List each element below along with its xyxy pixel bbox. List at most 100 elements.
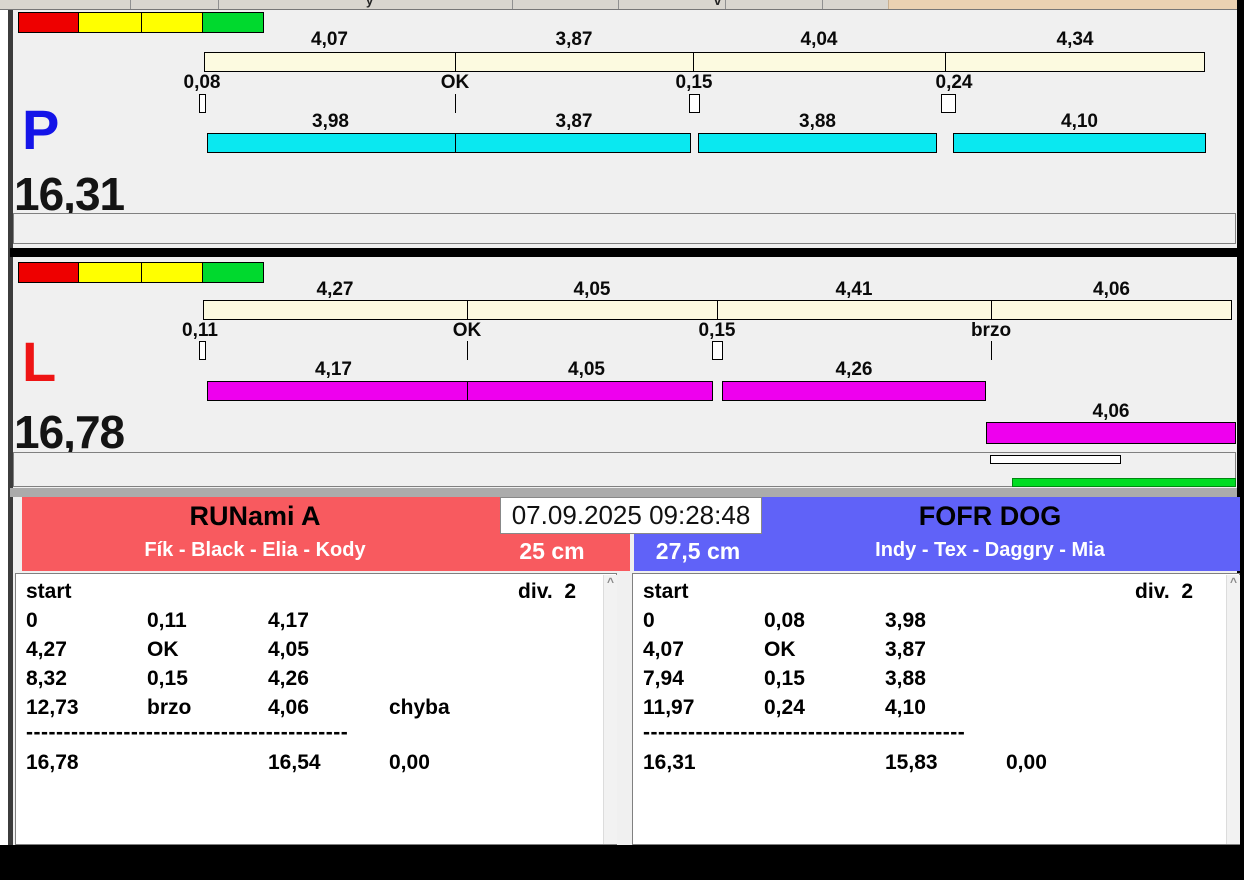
cell-cumulative: 0 <box>26 609 38 632</box>
p-split-bar-divider <box>945 53 946 71</box>
l-split-time: 4,27 <box>316 279 354 300</box>
l-total-time: 16,78 <box>14 406 125 458</box>
toolbar-tan-panel <box>888 0 1237 9</box>
cell-crossing: brzo <box>147 696 192 719</box>
p-dog-bar-divider <box>455 134 456 152</box>
cell-crossing: 0,15 <box>764 667 805 690</box>
total-time: 16,78 <box>26 751 79 774</box>
p-gap-indicator <box>455 94 456 113</box>
table-scrollbar[interactable]: ^ <box>603 575 617 844</box>
l-split-bar <box>203 300 1232 320</box>
division-label: div. 2 <box>1135 580 1193 603</box>
l-dog-time: 4,06 <box>1092 401 1130 422</box>
p-split-bar-divider <box>693 53 694 71</box>
p-crossing-mark: 0,08 <box>183 72 221 93</box>
p-gap-indicator <box>689 94 700 113</box>
toolbar-divider <box>822 0 823 9</box>
l-gap-indicator <box>467 341 468 360</box>
table-scrollbar[interactable]: ^ <box>1226 575 1240 844</box>
team-right-results-table[interactable]: start div. 2 0 0,08 3,98 4,07 OK 3,87 7,… <box>632 573 1240 845</box>
p-dog-bar <box>207 133 691 153</box>
p-crossing-mark: 0,15 <box>675 72 713 93</box>
start-label: start <box>643 580 689 603</box>
cell-crossing: 0,08 <box>764 609 805 632</box>
team-right-jump-height: 27,5 cm <box>655 538 741 564</box>
cell-dog-time: 4,17 <box>268 609 309 632</box>
l-crossing-mark: OK <box>452 320 482 341</box>
clean-time: 16,54 <box>268 751 321 774</box>
cell-cumulative: 8,32 <box>26 667 67 690</box>
p-crossing-mark: 0,24 <box>935 72 973 93</box>
cell-crossing: OK <box>147 638 179 661</box>
results-separator-strip <box>10 488 1237 497</box>
l-crossing-mark: brzo <box>970 320 1012 341</box>
cell-dog-time: 4,05 <box>268 638 309 661</box>
scroll-up-icon[interactable]: ^ <box>604 575 617 589</box>
p-traffic-light-red <box>18 12 79 33</box>
scroll-up-icon[interactable]: ^ <box>1227 575 1240 589</box>
l-split-bar-divider <box>467 301 468 319</box>
cell-cumulative: 4,27 <box>26 638 67 661</box>
division-label: div. 2 <box>518 580 576 603</box>
l-split-time: 4,05 <box>573 279 611 300</box>
cell-cumulative: 7,94 <box>643 667 684 690</box>
lane-divider <box>10 248 1237 257</box>
cell-cumulative: 4,07 <box>643 638 684 661</box>
team-right-name: FOFR DOG <box>918 501 1062 531</box>
cell-dog-time: 3,98 <box>885 609 926 632</box>
l-gap-indicator <box>199 341 206 360</box>
toolbar-divider <box>725 0 726 9</box>
p-split-time: 4,04 <box>800 29 838 50</box>
toolbar-divider <box>512 0 513 9</box>
cell-crossing: 0,24 <box>764 696 805 719</box>
window-bottom-band <box>0 845 1244 880</box>
start-label: start <box>26 580 72 603</box>
timing-app-window: y v 4,07 3,87 4,04 4,34 0,08 OK 0,15 0,2… <box>0 0 1244 880</box>
l-dog-bar <box>722 381 986 401</box>
l-finish-marker-box <box>990 455 1121 464</box>
toolbar-divider <box>130 0 131 9</box>
p-gap-indicator <box>199 94 206 113</box>
cell-dog-time: 4,26 <box>268 667 309 690</box>
top-toolbar[interactable]: y v <box>0 0 1244 10</box>
p-dog-time: 3,87 <box>555 111 593 132</box>
l-split-bar-divider <box>991 301 992 319</box>
p-traffic-light-yellow2 <box>141 12 203 33</box>
p-dog-bar <box>953 133 1206 153</box>
p-dog-bar <box>698 133 937 153</box>
cropped-toolbar-text: y <box>366 0 374 8</box>
cell-crossing: 0,11 <box>147 609 187 632</box>
l-gap-indicator <box>991 341 992 360</box>
l-dog-time: 4,26 <box>835 359 873 380</box>
cell-cumulative: 12,73 <box>26 696 79 719</box>
team-left-dogs: Fík - Black - Elia - Kody <box>144 539 366 561</box>
clean-time: 15,83 <box>885 751 938 774</box>
cell-dog-time: 4,10 <box>885 696 926 719</box>
l-traffic-light-yellow2 <box>141 262 203 283</box>
l-progress-bar-green <box>1012 478 1236 487</box>
l-split-time: 4,06 <box>1093 279 1130 300</box>
p-split-time: 4,34 <box>1056 29 1094 50</box>
toolbar-divider <box>618 0 619 9</box>
p-split-bar-divider <box>455 53 456 71</box>
l-gap-indicator <box>712 341 723 360</box>
toolbar-divider <box>218 0 219 9</box>
cell-crossing: 0,15 <box>147 667 188 690</box>
p-status-strip <box>13 213 1236 244</box>
cell-note: chyba <box>389 696 450 719</box>
cell-crossing: OK <box>764 638 796 661</box>
team-left-name: RUNami A <box>189 501 321 531</box>
cell-dog-time: 4,06 <box>268 696 309 719</box>
p-split-time: 4,07 <box>311 29 348 50</box>
p-traffic-light-green <box>202 12 264 33</box>
cell-cumulative: 0 <box>643 609 655 632</box>
l-dog-bar <box>207 381 713 401</box>
p-dog-time: 3,98 <box>312 111 349 132</box>
p-crossing-mark: OK <box>440 72 470 93</box>
l-split-time: 4,41 <box>835 279 873 300</box>
team-right-dogs: Indy - Tex - Daggry - Mia <box>875 539 1105 561</box>
l-traffic-light-red <box>18 262 79 283</box>
team-left-results-table[interactable]: start div. 2 0 0,11 4,17 4,27 OK 4,05 8,… <box>15 573 617 845</box>
p-split-bar <box>204 52 1205 72</box>
table-separator-dashes: ----------------------------------------… <box>643 721 966 744</box>
